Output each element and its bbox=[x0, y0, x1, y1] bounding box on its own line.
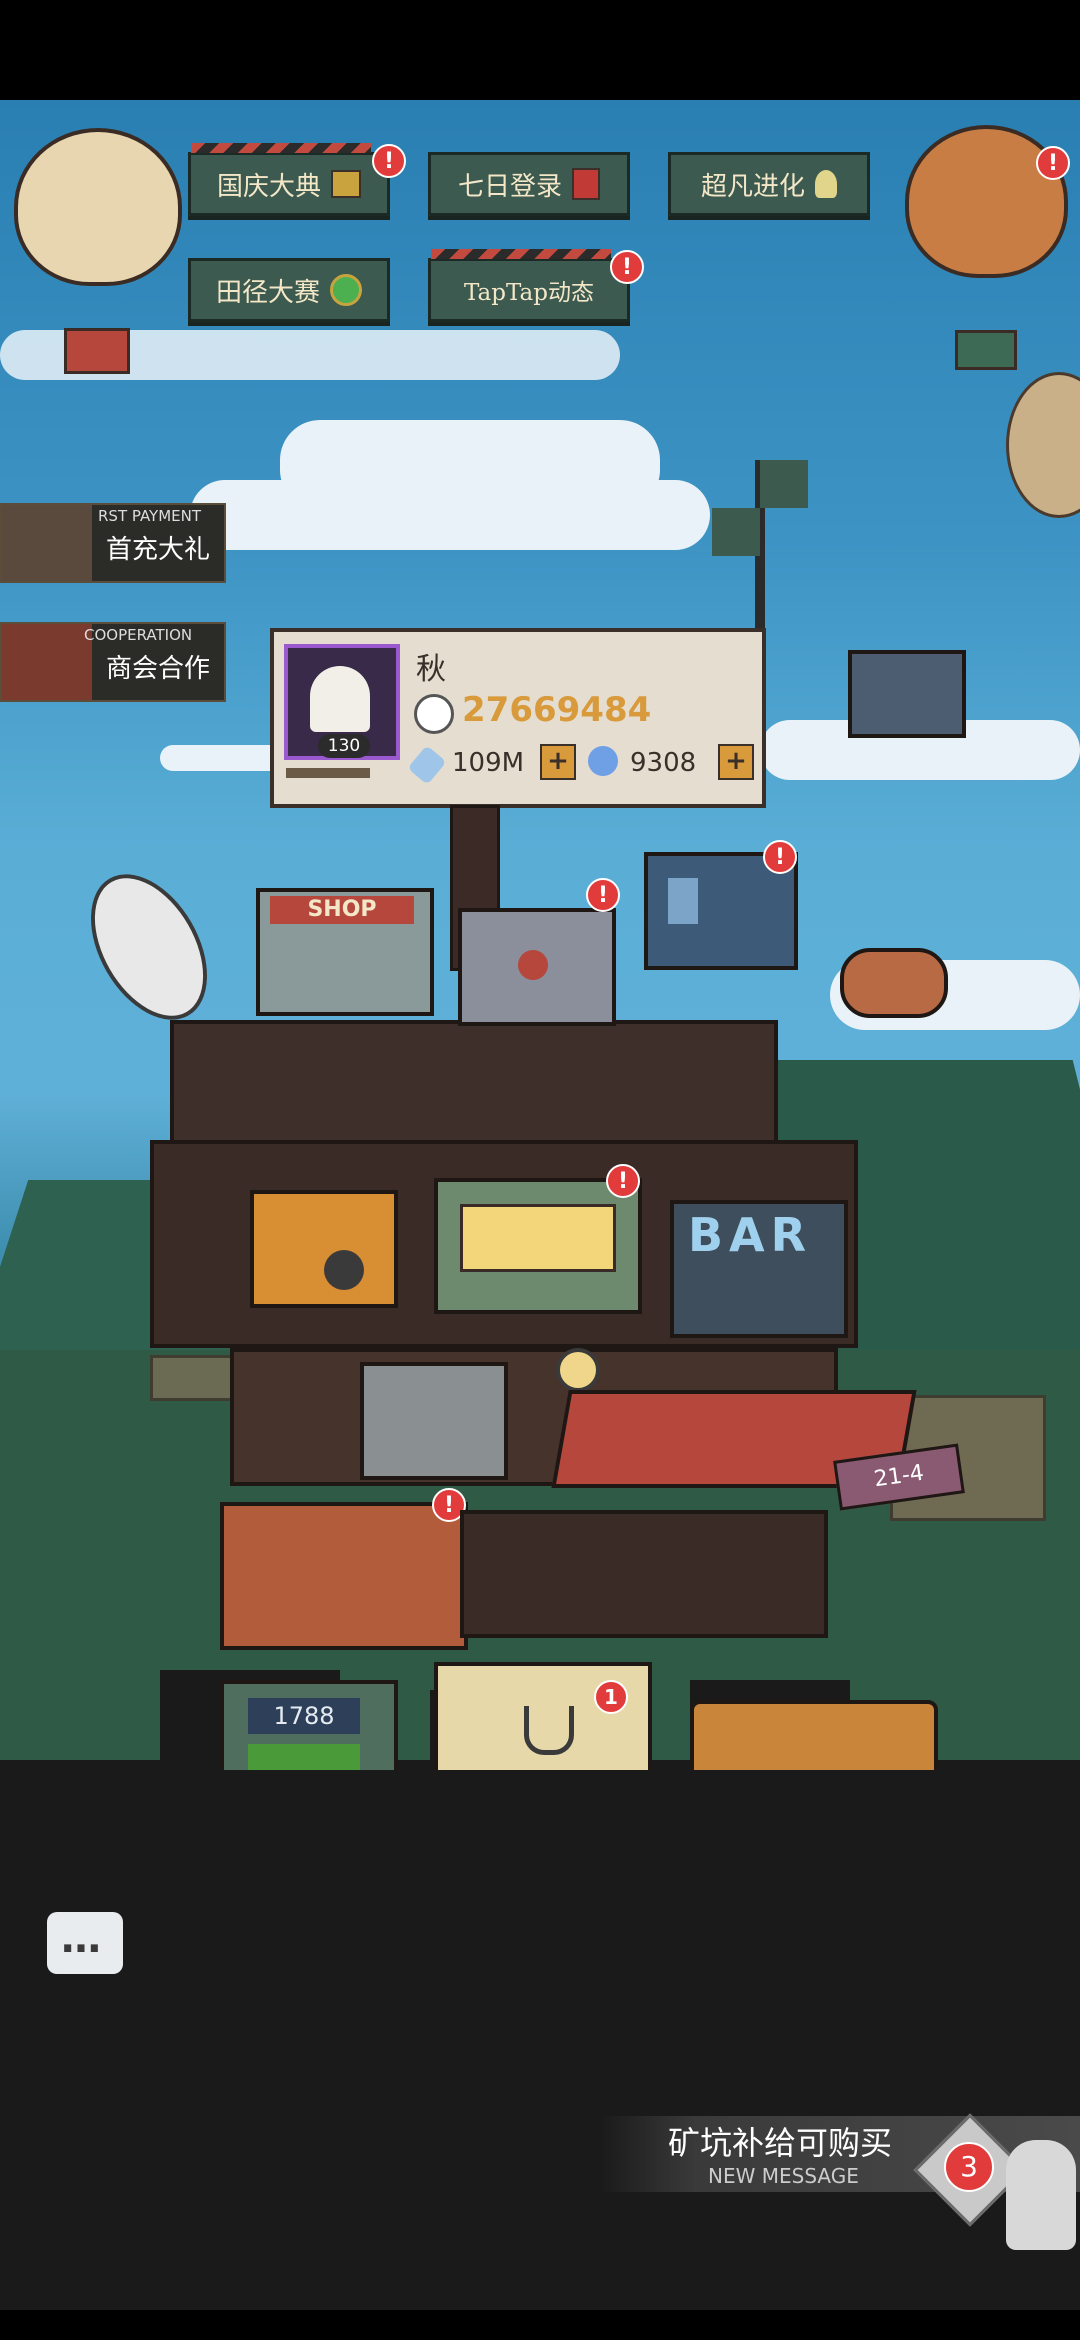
national-day-banner[interactable]: 国庆大典 bbox=[188, 143, 390, 216]
safe-building[interactable] bbox=[360, 1362, 508, 1480]
balloon-alert-icon: ! bbox=[1036, 146, 1070, 180]
banner-label: 七日登录 bbox=[457, 171, 562, 202]
banner-label: 国庆大典 bbox=[216, 171, 321, 202]
engine-building[interactable] bbox=[220, 1502, 468, 1650]
first-payment-banner[interactable]: RST PAYMENT 首充大礼 bbox=[0, 503, 226, 583]
tower-level-base bbox=[460, 1510, 828, 1638]
banner-label: 商会合作 bbox=[106, 654, 211, 684]
calendar-icon bbox=[572, 168, 600, 200]
gift-icon bbox=[331, 170, 361, 198]
messenger-character bbox=[1006, 2140, 1076, 2250]
bar-building[interactable]: BAR bbox=[670, 1200, 848, 1338]
satellite-dish[interactable] bbox=[67, 854, 231, 1040]
player-level-badge: 130 bbox=[318, 734, 370, 758]
banner-sublabel: COOPERATION bbox=[84, 626, 193, 644]
foreground-silhouette bbox=[160, 1770, 960, 1880]
gem-icon bbox=[588, 746, 618, 776]
power-fist-icon bbox=[414, 694, 454, 734]
banner-label: 田径大赛 bbox=[215, 277, 320, 308]
character-portrait bbox=[2, 505, 92, 581]
mailbox[interactable] bbox=[840, 948, 948, 1018]
banner-sublabel: RST PAYMENT bbox=[98, 507, 202, 525]
target-icon bbox=[518, 950, 548, 980]
exp-bar bbox=[286, 768, 370, 778]
shop-sign: SHOP bbox=[270, 896, 414, 924]
player-info-panel[interactable]: 130 秋 27669484 109M + 9308 + bbox=[270, 628, 766, 808]
add-currency1-button[interactable]: + bbox=[540, 744, 576, 780]
athletics-banner[interactable]: 田径大赛 bbox=[188, 258, 390, 322]
factory-building[interactable] bbox=[250, 1190, 398, 1308]
seven-day-login-banner[interactable]: 七日登录 bbox=[428, 152, 630, 216]
window-grid bbox=[460, 1204, 616, 1272]
avatar-character bbox=[310, 666, 370, 732]
cooperation-banner[interactable]: COOPERATION 商会合作 bbox=[0, 622, 226, 702]
currency1-amount: 109M bbox=[452, 748, 525, 778]
tower-level-top bbox=[170, 1020, 778, 1148]
chat-bubble-icon: … bbox=[61, 1916, 101, 1962]
balloon-basket bbox=[64, 328, 130, 374]
hot-air-balloon-left[interactable] bbox=[14, 128, 182, 286]
player-avatar[interactable]: 130 bbox=[284, 644, 400, 760]
reactor-counter: 1788 bbox=[248, 1698, 360, 1734]
banner-label: 超凡进化 bbox=[700, 171, 805, 202]
workshop-x-building[interactable] bbox=[458, 908, 616, 1026]
claw-badge: 1 bbox=[594, 1680, 628, 1714]
gear-icon bbox=[324, 1250, 364, 1290]
energy-vial-icon bbox=[407, 745, 447, 785]
alert-icon: ! bbox=[586, 878, 620, 912]
balloon-basket bbox=[955, 330, 1017, 370]
alert-icon: ! bbox=[610, 250, 644, 284]
control-panel-building[interactable] bbox=[434, 1178, 642, 1314]
claw-icon bbox=[524, 1706, 574, 1755]
alert-icon: ! bbox=[606, 1164, 640, 1198]
game-scene: ! 国庆大典 ! 七日登录 超凡进化 田径大赛 TapTap动态 ! RST P… bbox=[0, 100, 1080, 2310]
player-power: 27669484 bbox=[462, 690, 652, 730]
lamp-icon bbox=[556, 1348, 600, 1392]
cloud bbox=[190, 480, 710, 550]
chat-button[interactable]: … bbox=[47, 1912, 123, 1974]
character-portrait bbox=[2, 624, 92, 700]
bar-sign: BAR bbox=[688, 1208, 813, 1262]
player-name: 秋 bbox=[416, 652, 446, 687]
alert-icon: ! bbox=[372, 144, 406, 178]
currency2-amount: 9308 bbox=[630, 748, 697, 778]
banner-label: 首充大礼 bbox=[106, 535, 211, 565]
shop-building[interactable]: SHOP bbox=[256, 888, 434, 1016]
evolution-banner[interactable]: 超凡进化 bbox=[668, 152, 870, 216]
message-text: 矿坑补给可购买 bbox=[668, 2124, 893, 2162]
flying-chest-drone[interactable] bbox=[848, 650, 966, 738]
windmill-icon bbox=[712, 460, 808, 556]
message-count-badge: 3 bbox=[944, 2142, 994, 2192]
trophy-icon bbox=[815, 170, 837, 198]
add-currency2-button[interactable]: + bbox=[718, 744, 754, 780]
banner-label: TapTap动态 bbox=[464, 280, 594, 306]
taptap-news-banner[interactable]: TapTap动态 bbox=[428, 249, 630, 322]
portrait-silhouette-icon bbox=[668, 878, 698, 924]
medal-icon bbox=[330, 274, 362, 306]
message-sublabel: NEW MESSAGE bbox=[708, 2164, 859, 2188]
alert-icon: ! bbox=[763, 840, 797, 874]
side-robot-button[interactable] bbox=[1006, 372, 1080, 518]
